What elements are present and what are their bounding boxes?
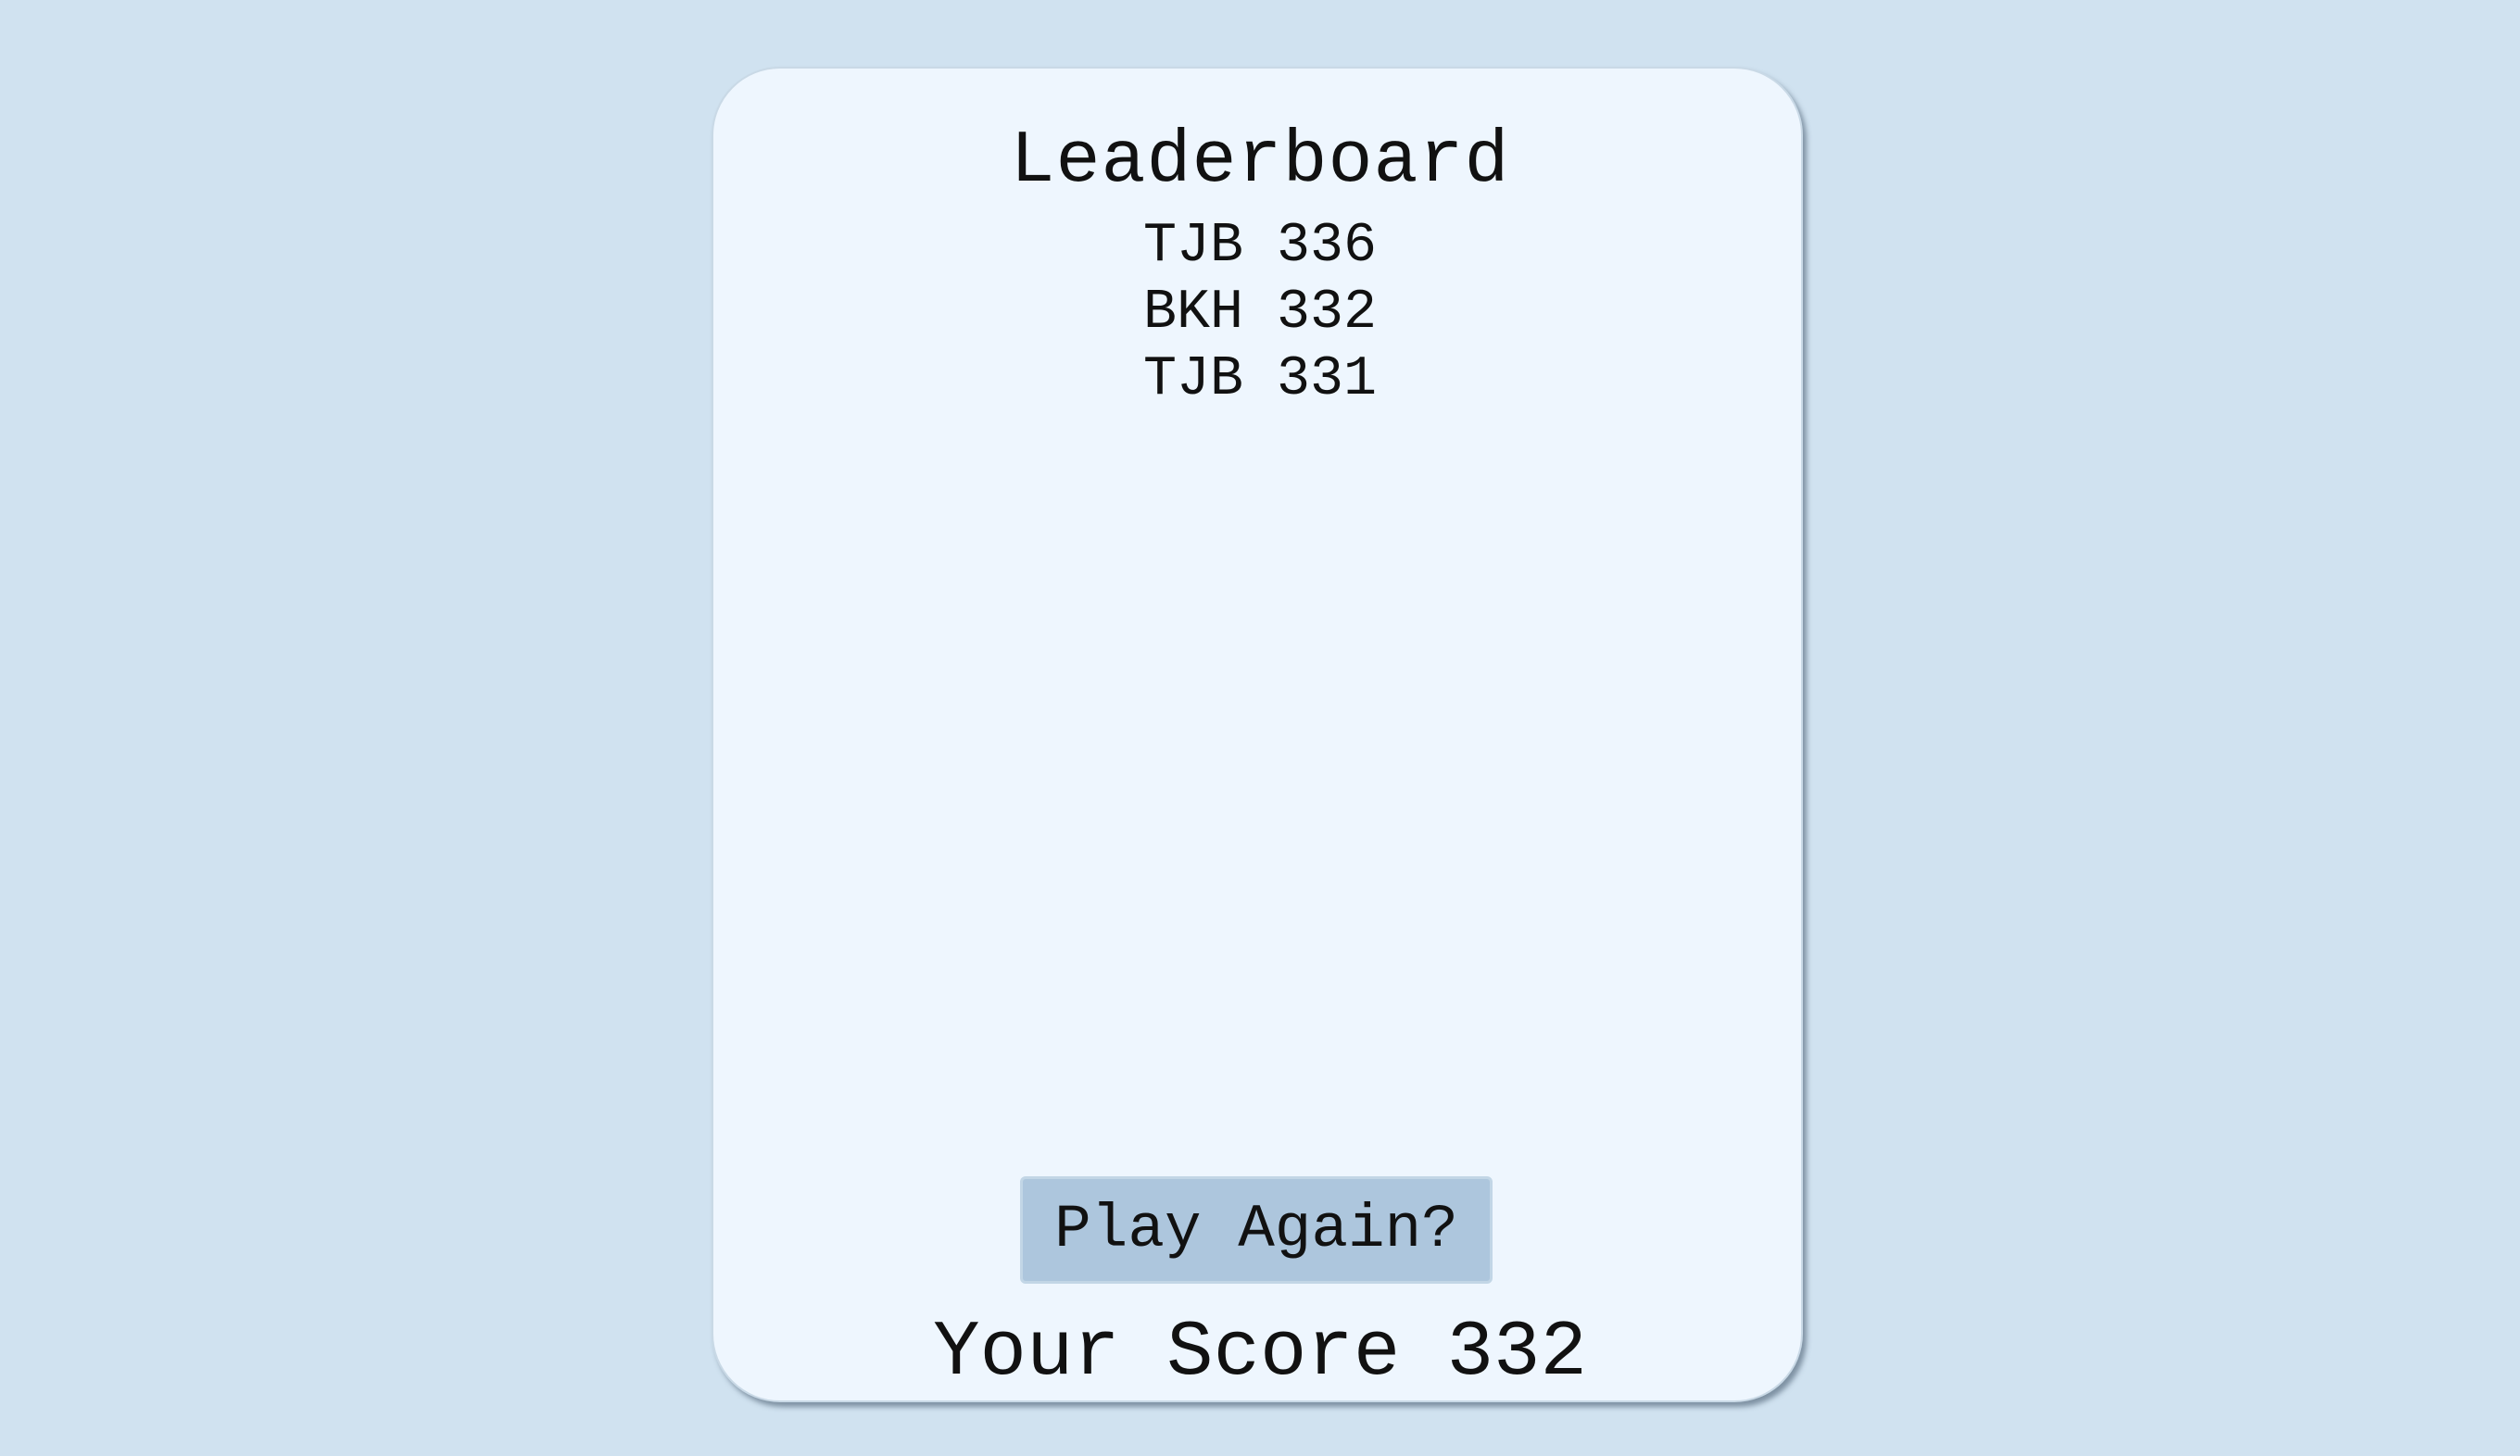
leaderboard-entry: TJB 336 <box>1142 215 1378 278</box>
game-over-screen: Leaderboard TJB 336 BKH 332 TJB 331 Play… <box>0 0 2520 1456</box>
leaderboard-entry: TJB 331 <box>1142 348 1378 411</box>
leaderboard-entry: BKH 332 <box>1142 282 1378 345</box>
leaderboard-title: Leaderboard <box>1010 119 1510 204</box>
your-score: Your Score 332 <box>933 1310 1587 1398</box>
play-again-button[interactable]: Play Again? <box>1020 1176 1493 1284</box>
leaderboard-list: TJB 336 BKH 332 TJB 331 <box>0 213 2520 413</box>
